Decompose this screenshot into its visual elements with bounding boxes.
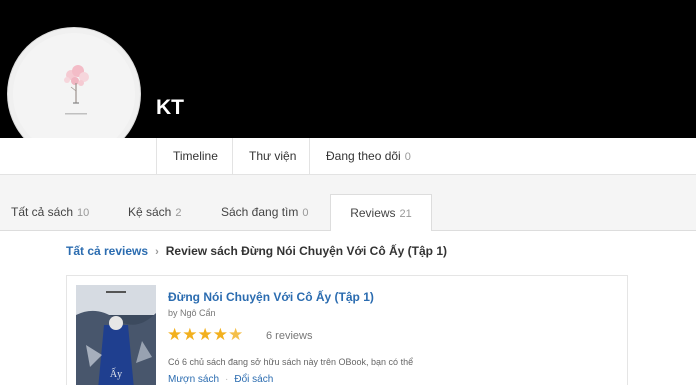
tab-bookshelf-label: Kệ sách <box>128 205 172 219</box>
exchange-link[interactable]: Đổi sách <box>234 374 273 385</box>
subnav-following-count: 0 <box>404 151 411 163</box>
rating-stars: ★★★★★ <box>167 325 244 344</box>
tab-reviews-count: 21 <box>399 208 412 220</box>
owners-info: Có 6 chủ sách đang sở hữu sách này trên … <box>168 357 414 367</box>
subnav-library[interactable]: Thư viện <box>232 138 312 175</box>
breadcrumb-current: Review sách Đừng Nói Chuyện Với Cô Ấy (T… <box>165 244 448 258</box>
star-icon: ★ <box>167 325 183 344</box>
breadcrumb-all-reviews-link[interactable]: Tất cả reviews <box>66 244 148 258</box>
tab-bookshelf-count: 2 <box>175 207 182 219</box>
avatar-artwork <box>64 65 89 115</box>
star-icon: ★ <box>212 325 228 344</box>
library-tabs: Tất cả sách 10 Kệ sách 2 Sách đang tìm 0 Re… <box>0 194 696 232</box>
subnav-following[interactable]: Đang theo dõi 0 <box>309 138 427 175</box>
star-half-icon: ★ <box>228 325 244 344</box>
book-cover-image[interactable]: Ấy <box>76 285 156 385</box>
breadcrumb-separator-icon: › <box>155 246 159 258</box>
tab-wishlist[interactable]: Sách đang tìm 0 <box>221 194 309 231</box>
borrow-link[interactable]: Mượn sách <box>168 374 219 385</box>
book-title-link[interactable]: Đừng Nói Chuyện Với Cô Ấy (Tập 1) <box>168 290 374 304</box>
tab-wishlist-count: 0 <box>302 207 309 219</box>
book-actions: Mượn sách · Đổi sách <box>168 374 273 385</box>
tab-bookshelf[interactable]: Kệ sách 2 <box>128 194 181 231</box>
subnav-timeline[interactable]: Timeline <box>156 138 234 175</box>
tab-reviews[interactable]: Reviews 21 <box>330 194 432 232</box>
subnav-following-label: Đang theo dõi <box>326 149 401 163</box>
breadcrumb: Tất cả reviews › Review sách Đừng Nói Chuy… <box>66 244 447 258</box>
subnav-timeline-label: Timeline <box>173 149 218 163</box>
book-author[interactable]: by Ngô Cẩn <box>168 308 216 318</box>
profile-name: KT <box>156 96 184 119</box>
action-separator: · <box>225 374 229 385</box>
tab-all-books-label: Tất cả sách <box>11 205 74 219</box>
tab-all-books[interactable]: Tất cả sách 10 <box>11 194 89 231</box>
tab-wishlist-label: Sách đang tìm <box>221 205 299 219</box>
book-review-card: Ấy Đừng Nói Chuyện Với Cô Ấy (Tập 1) by … <box>66 275 628 385</box>
review-count[interactable]: 6 reviews <box>266 330 312 342</box>
subnav-library-label: Thư viện <box>249 149 297 163</box>
tab-all-books-count: 10 <box>77 207 90 219</box>
star-icon: ★ <box>197 325 213 344</box>
profile-subnav: Timeline Thư viện Đang theo dõi 0 <box>0 138 696 175</box>
svg-text:Ấy: Ấy <box>110 367 122 380</box>
tab-reviews-label: Reviews <box>350 206 396 220</box>
star-icon: ★ <box>182 325 198 344</box>
